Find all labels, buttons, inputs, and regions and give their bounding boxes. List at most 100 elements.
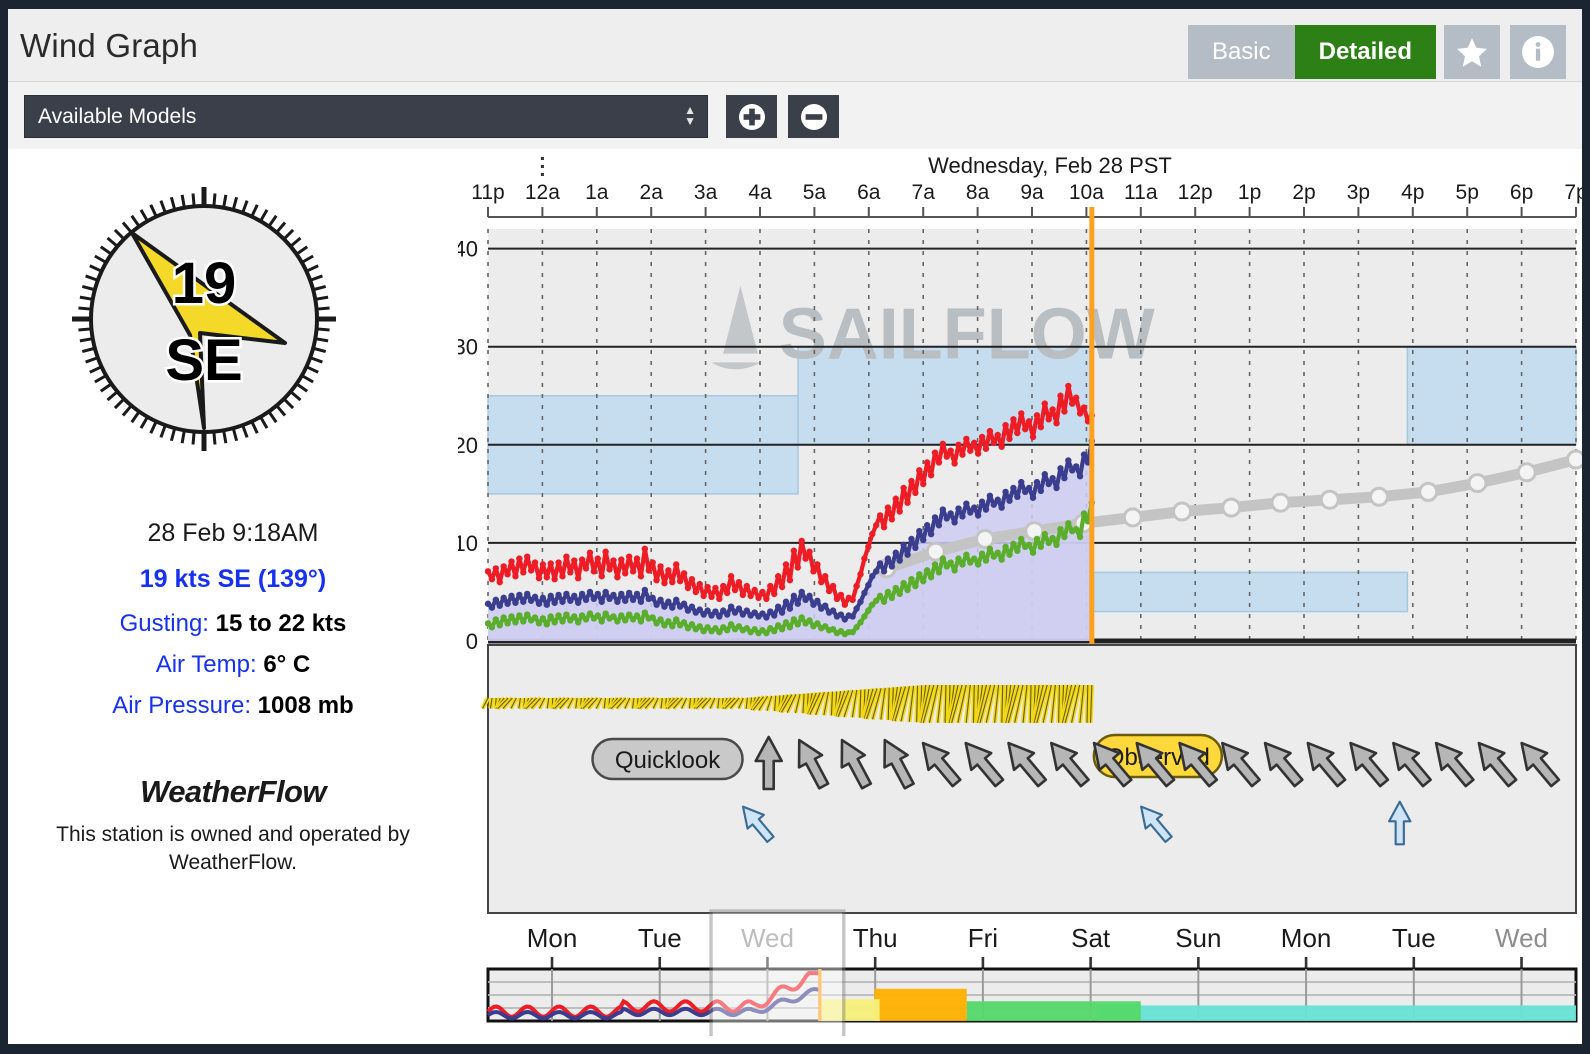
wind-series-point xyxy=(1049,406,1056,413)
x-axis-tick-label: 1p xyxy=(1238,181,1261,204)
wind-series-point xyxy=(571,613,578,620)
navigator-day-label[interactable]: Sat xyxy=(1071,923,1111,953)
wind-series-point xyxy=(971,504,978,511)
wind-series-point xyxy=(947,559,954,566)
wind-series-point xyxy=(625,589,633,597)
navigator-day-label[interactable]: Wed xyxy=(1495,923,1548,953)
wind-series-point xyxy=(974,450,982,457)
chart-date-header: Wednesday, Feb 28 PST xyxy=(928,153,1172,178)
navigator-day-label[interactable]: Mon xyxy=(1281,923,1332,953)
wind-series-point xyxy=(727,603,735,610)
wind-series-point xyxy=(908,535,915,543)
wind-series-point xyxy=(872,522,880,529)
wind-barb-outline xyxy=(1058,684,1060,723)
wind-series-point xyxy=(669,623,676,630)
readout-row-air-temp: Air Temp: 6° C xyxy=(8,651,458,679)
wind-compass: 19 SE xyxy=(70,185,338,453)
zoom-in-button[interactable] xyxy=(726,95,777,138)
wind-series-point xyxy=(978,498,986,505)
navigator-selection-window[interactable] xyxy=(709,909,846,1036)
navigator-day-label[interactable]: Sun xyxy=(1175,923,1221,953)
gusting-value: 15 to 22 kts xyxy=(215,610,347,637)
compass-speed-text: 19 xyxy=(172,251,237,316)
wind-series-point xyxy=(927,574,935,581)
wind-series-point xyxy=(865,607,872,614)
favorite-button[interactable] xyxy=(1444,25,1500,79)
wind-series-point xyxy=(841,601,849,608)
wind-series-point xyxy=(516,591,523,599)
info-button[interactable] xyxy=(1510,25,1566,79)
navigator-day-label[interactable]: Thu xyxy=(853,923,898,953)
wind-series-point xyxy=(939,506,947,513)
wind-series-point xyxy=(912,544,919,552)
wind-series-point xyxy=(594,590,601,598)
wind-series-point xyxy=(594,555,601,562)
navigator-day-label[interactable]: Tue xyxy=(1392,923,1436,953)
wind-series-point xyxy=(1080,404,1088,411)
wind-series-point xyxy=(880,568,888,575)
page-title: Wind Graph xyxy=(20,27,199,64)
wind-series-point xyxy=(739,591,747,599)
wind-series-point xyxy=(798,614,805,621)
wind-series-point xyxy=(829,582,837,590)
wind-series-point xyxy=(947,510,954,517)
wind-series-point xyxy=(590,568,598,575)
wind-series-point xyxy=(1010,484,1017,492)
wind-series-point xyxy=(884,555,892,562)
navigator-day-label[interactable]: Tue xyxy=(638,923,682,953)
wind-series-point xyxy=(1018,478,1025,486)
x-axis-tick-label: 12p xyxy=(1178,181,1213,204)
y-axis-tick-label: 10 xyxy=(458,531,478,556)
wind-series-point xyxy=(786,624,794,631)
wind-series-point xyxy=(657,563,664,570)
wind-series-point xyxy=(982,445,990,452)
wind-series-point xyxy=(484,568,492,575)
wind-series-point xyxy=(669,604,676,611)
wind-series-point xyxy=(876,512,884,519)
wind-series-point xyxy=(500,563,507,570)
wind-chart[interactable]: Wednesday, Feb 28 PST 11p 12a 1a 2a 3a 4a 5a 6a 7… xyxy=(458,149,1582,1036)
wind-series-point xyxy=(555,612,562,619)
navigator-day-label[interactable]: Mon xyxy=(527,923,578,953)
wind-series-point xyxy=(704,583,711,591)
wind-series-point xyxy=(782,598,790,605)
wind-series-point xyxy=(594,612,601,619)
wind-series-point xyxy=(531,559,539,566)
readout-row-air-pressure: Air Pressure: 1008 mb xyxy=(8,692,458,720)
wind-series-point xyxy=(520,618,527,625)
wind-series-point xyxy=(1018,410,1025,417)
model-select[interactable]: Available Models ▲ ▼ xyxy=(24,95,708,138)
view-mode-toggle: Basic Detailed xyxy=(1187,25,1436,79)
wind-series-point xyxy=(963,435,970,443)
wind-series-point xyxy=(504,620,511,627)
wind-series-point xyxy=(971,555,978,562)
wind-series-point xyxy=(778,609,786,616)
zoom-out-button[interactable] xyxy=(788,95,839,138)
wind-series-point xyxy=(939,440,947,448)
x-axis-tick-label: 4p xyxy=(1401,181,1424,204)
wind-series-point xyxy=(665,598,672,605)
wind-series-point xyxy=(723,611,731,618)
wind-series-point xyxy=(837,591,845,599)
tab-detailed[interactable]: Detailed xyxy=(1294,25,1436,79)
wind-series-point xyxy=(673,561,680,568)
wind-series-point xyxy=(673,616,680,623)
wind-series-point xyxy=(488,576,496,583)
wind-threshold-band xyxy=(1406,345,1577,446)
wind-series-point xyxy=(1076,410,1084,417)
navigator-day-label[interactable]: Fri xyxy=(968,923,998,953)
wind-series-point xyxy=(1021,425,1029,433)
tab-basic[interactable]: Basic xyxy=(1187,25,1295,79)
wind-series-point xyxy=(531,614,539,621)
wind-series-point xyxy=(723,627,731,634)
wind-series-point xyxy=(512,619,519,626)
wind-series-point xyxy=(633,612,641,619)
wind-series-point xyxy=(1018,535,1025,543)
wind-series-point xyxy=(1072,463,1080,470)
wind-series-point xyxy=(1006,551,1013,558)
wind-series-point xyxy=(822,573,829,580)
wind-series-point xyxy=(520,569,527,576)
wind-series-point xyxy=(892,549,899,556)
wind-series-point xyxy=(688,603,696,610)
wind-series-point xyxy=(951,567,958,574)
